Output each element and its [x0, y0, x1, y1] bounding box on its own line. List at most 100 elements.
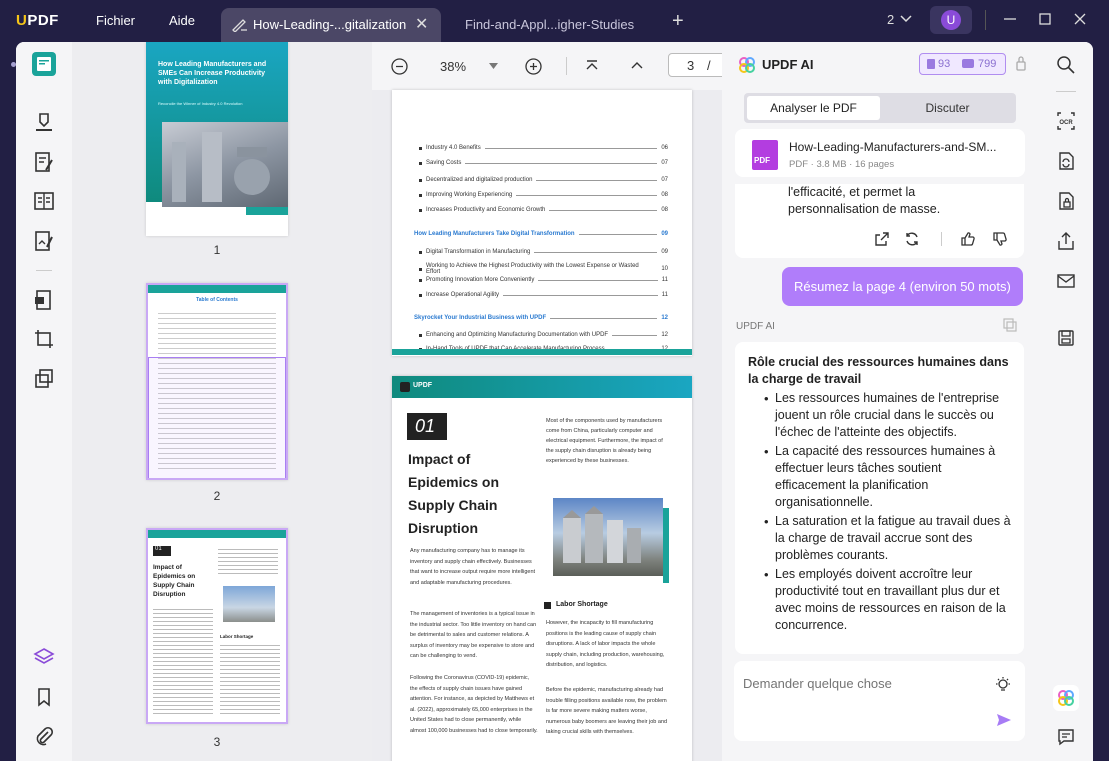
refresh-icon[interactable] [904, 231, 920, 247]
toc-page: 12 [661, 315, 668, 321]
answer-bullet: Les ressources humaines de l'entreprise … [735, 390, 1011, 441]
viewport-indicator [148, 357, 286, 478]
toc-label: How Leading Manufacturers Take Digital T… [414, 231, 575, 237]
thumbnail-title: Table of Contents [196, 297, 238, 303]
paragraph: However, the incapacity to fill manufact… [546, 620, 665, 668]
avatar[interactable]: U [930, 6, 972, 34]
close-window-icon[interactable] [1074, 13, 1086, 25]
tab-document[interactable]: Find-and-Appl...igher-Studies [465, 17, 634, 32]
file-card[interactable]: PDF How-Leading-Manufacturers-and-SM... … [735, 129, 1025, 177]
page-brand: UPDF [413, 382, 433, 389]
toc-label: Decentralized and digitalized production [426, 177, 533, 183]
paragraph: Following the Coronavirus (COVID-19) epi… [410, 675, 538, 734]
pin-icon[interactable] [1015, 56, 1027, 72]
toc-leader [465, 162, 658, 164]
page-number-input[interactable]: 3 / [668, 53, 722, 77]
previous-page-icon[interactable] [630, 59, 644, 73]
protect-icon[interactable] [1056, 191, 1076, 211]
toc-entry[interactable]: Enhancing and Optimizing Manufacturing D… [419, 332, 668, 338]
toc-page: 08 [661, 207, 668, 213]
convert-icon[interactable] [32, 288, 56, 312]
lightbulb-icon[interactable] [995, 676, 1011, 694]
toc-leader [516, 194, 658, 196]
toc-entry[interactable]: Decentralized and digitalized production… [419, 177, 668, 183]
save-icon[interactable] [1056, 328, 1076, 348]
section-number: 01 [407, 413, 447, 440]
email-icon[interactable] [1056, 271, 1076, 291]
section-number: 01 [153, 546, 171, 556]
tab-document-active[interactable]: How-Leading-...gitalization ✕ [221, 8, 441, 42]
menu-file[interactable]: Fichier [96, 13, 135, 28]
toc-bullet [419, 267, 422, 271]
toc-leader [534, 251, 658, 253]
thumbs-down-icon[interactable] [992, 231, 1008, 247]
thumbnail-page-3[interactable]: 01 Impact of Epidemics on Supply Chain D… [146, 528, 288, 724]
first-page-icon[interactable] [585, 59, 599, 73]
file-name: How-Leading-Manufacturers-and-SM... [789, 140, 997, 154]
menu-help[interactable]: Aide [169, 13, 195, 28]
zoom-in-icon[interactable] [525, 58, 542, 75]
external-link-icon[interactable] [874, 231, 890, 247]
attachment-icon[interactable] [32, 725, 56, 749]
convert-pdf-icon[interactable] [1056, 151, 1076, 171]
workspace: How Leading Manufacturers and SMEs Can I… [16, 42, 1093, 761]
updf-ai-button[interactable] [1053, 685, 1079, 711]
ocr-icon[interactable]: OCR [1056, 111, 1076, 131]
layers-icon[interactable] [32, 367, 56, 391]
share-icon[interactable] [1056, 231, 1076, 251]
thumbnail-subtitle: Reconcile the Winner of Industry 4.0 Rev… [158, 101, 243, 106]
send-icon[interactable] [996, 713, 1012, 727]
right-toolbar: OCR [1038, 42, 1093, 761]
credits-badge[interactable]: 93 799 [919, 53, 1006, 75]
reader-mode-icon[interactable] [32, 52, 56, 76]
toc-entry[interactable]: Skyrocket Your Industrial Business with … [414, 315, 668, 321]
toc-page: 07 [661, 177, 668, 183]
toc-entry[interactable]: How Leading Manufacturers Take Digital T… [414, 231, 668, 237]
ai-panel: UPDF AI 93 799 Analyser le PDF Discuter … [722, 42, 1038, 761]
toc-entry[interactable]: Industry 4.0 Benefits 06 [419, 145, 668, 151]
toc-entry[interactable]: Improving Working Experiencing 08 [419, 192, 668, 198]
edit-text-icon[interactable] [32, 150, 56, 174]
bot-label: UPDF AI [736, 321, 775, 332]
answer-bullets: Les ressources humaines de l'entreprise … [735, 390, 1011, 636]
thumbnail-page-2[interactable]: Table of Contents [146, 283, 288, 480]
window-count[interactable]: 2 [887, 12, 894, 27]
search-icon[interactable] [1056, 55, 1076, 75]
tab-chat[interactable]: Discuter [882, 96, 1013, 120]
fill-sign-icon[interactable] [32, 229, 56, 253]
chat-input[interactable] [743, 673, 983, 693]
toc-entry[interactable]: Increases Productivity and Economic Grow… [419, 207, 668, 213]
edit-icon [231, 16, 249, 32]
toc-bullet [419, 333, 422, 337]
maximize-icon[interactable] [1039, 13, 1051, 25]
comment-icon[interactable] [1056, 727, 1076, 747]
add-tab-icon[interactable]: + [672, 10, 684, 33]
thumbnail-page-1[interactable]: How Leading Manufacturers and SMEs Can I… [146, 42, 288, 236]
copy-icon[interactable] [1003, 318, 1017, 332]
tab-analyze-pdf[interactable]: Analyser le PDF [747, 96, 880, 120]
caret-down-icon[interactable] [489, 63, 498, 69]
stack-layers-icon[interactable] [32, 645, 56, 669]
factory-image [162, 122, 288, 207]
minimize-icon[interactable] [1003, 12, 1017, 26]
zoom-level[interactable]: 38% [440, 59, 466, 74]
organize-pages-icon[interactable] [32, 189, 56, 213]
thumbnail-title: Impact of Epidemics on Supply Chain Disr… [153, 564, 196, 598]
toc-entry[interactable]: Digital Transformation in Manufacturing 0… [419, 249, 668, 255]
toc-entry[interactable]: Working to Achieve the Highest Productiv… [419, 263, 668, 275]
toc-label: Skyrocket Your Industrial Business with … [414, 315, 547, 321]
divider [566, 57, 567, 75]
toc-entry[interactable]: Saving Costs 07 [419, 160, 668, 166]
thumbnail-number: 3 [213, 735, 221, 749]
toc-entry[interactable]: Increase Operational Agility 11 [419, 292, 668, 298]
bookmark-icon[interactable] [32, 685, 56, 709]
crop-icon[interactable] [32, 327, 56, 351]
zoom-out-icon[interactable] [391, 58, 408, 75]
toc-entry[interactable]: Promoting Innovation More Conveniently 11 [419, 277, 668, 283]
close-icon[interactable]: ✕ [415, 14, 428, 34]
chat-input-box[interactable] [734, 661, 1025, 741]
thumbs-up-icon[interactable] [960, 231, 976, 247]
highlighter-icon[interactable] [32, 110, 56, 134]
answer-bullet: Les employés doivent accroître leur prod… [735, 566, 1011, 634]
chevron-down-icon[interactable] [900, 11, 912, 25]
